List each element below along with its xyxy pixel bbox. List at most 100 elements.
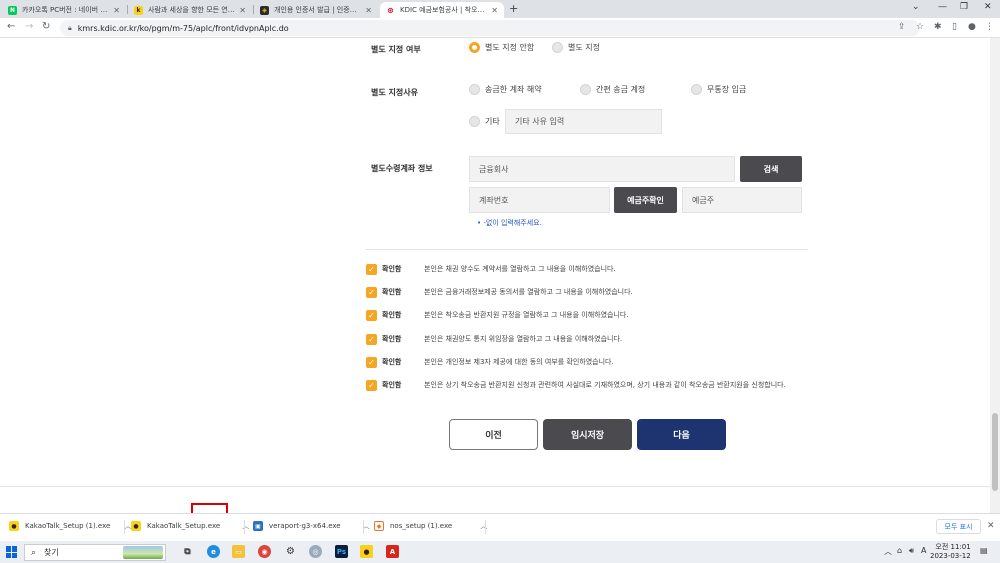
close-icon[interactable]: ✕	[365, 6, 372, 15]
file-explorer-icon[interactable]: ▭	[232, 545, 245, 558]
bank-search-button[interactable]: 검색	[740, 156, 802, 182]
download-shelf: ● KakaoTalk_Setup (1).exe ︿ ● KakaoTalk_…	[0, 513, 1000, 541]
temp-save-button[interactable]: 임시저장	[543, 419, 632, 450]
download-item[interactable]: ▣ veraport-g3-x64.exe ︿	[253, 521, 370, 531]
menu-kebab-icon[interactable]: ⋮	[985, 22, 994, 32]
tab-search-icon[interactable]: ⌄	[912, 2, 920, 12]
back-icon[interactable]: ←	[7, 21, 15, 32]
section-divider	[366, 249, 808, 250]
agreement-row[interactable]: ✓ 확인함 본인은 채권양도 통지 위임장을 열람하고 그 내용을 이해하였습니…	[366, 333, 622, 345]
installer-icon: ▣	[253, 521, 263, 531]
radio-selected-icon	[469, 42, 480, 53]
certificate-icon: ◈	[260, 5, 269, 15]
checkbox-checked-icon[interactable]: ✓	[366, 263, 377, 275]
radio-reason-other[interactable]: 기타	[469, 116, 500, 127]
settings-gear-icon[interactable]: ⚙	[284, 545, 297, 558]
minimize-button[interactable]: —	[938, 2, 947, 12]
forward-icon[interactable]: →	[25, 21, 33, 32]
profile-avatar-icon[interactable]: ●	[968, 22, 976, 32]
notification-icon[interactable]: ▤	[980, 546, 988, 555]
share-icon[interactable]: ⇪	[898, 22, 906, 32]
radio-empty-icon	[580, 84, 591, 95]
reload-icon[interactable]: ↻	[42, 21, 50, 32]
close-icon[interactable]: ✕	[491, 6, 498, 15]
footer-logo-fragment	[191, 503, 228, 513]
checkbox-checked-icon[interactable]: ✓	[366, 286, 377, 298]
windows-start-icon[interactable]	[6, 546, 18, 558]
account-info-label: 별도수령계좌 정보	[371, 164, 433, 173]
taskbar-search-box[interactable]: ⌕ 찾기	[24, 544, 166, 561]
chrome-icon[interactable]: ◉	[258, 545, 271, 558]
naver-icon: N	[8, 5, 17, 15]
radio-designation[interactable]: 별도 지정	[552, 42, 600, 53]
radio-reason-account-closed[interactable]: 송금한 계좌 해약	[469, 84, 542, 95]
checkbox-checked-icon[interactable]: ✓	[366, 379, 377, 391]
download-item[interactable]: ◆ nos_setup (1).exe ︿	[374, 521, 487, 531]
agreement-row[interactable]: ✓ 확인함 본인은 개인정보 제3자 제공에 대한 동의 여부를 확인하였습니다…	[366, 356, 614, 368]
radio-reason-easy-transfer[interactable]: 간편 송금 계정	[580, 84, 645, 95]
sidebar-icon[interactable]: ▯	[952, 22, 957, 32]
maximize-button[interactable]: ❐	[960, 2, 968, 12]
radio-empty-icon	[469, 84, 480, 95]
page-scrollbar[interactable]	[990, 38, 1000, 513]
browser-tab-4-active[interactable]: ⊛ KDIC 예금보험공사 | 착오송금반환 ✕	[380, 2, 504, 18]
close-icon[interactable]: ✕	[987, 521, 995, 531]
account-holder-input[interactable]: 예금주	[682, 187, 802, 213]
agreement-row[interactable]: ✓ 확인함 본인은 채권 양수도 계약서를 열람하고 그 내용을 이해하였습니다…	[366, 263, 616, 275]
taskbar-clock[interactable]: 오전 11:01 2023-03-12	[930, 543, 971, 561]
address-bar[interactable]: 🔒︎ kmrs.kdic.or.kr/ko/pgm/m-75/aplc/fron…	[60, 20, 920, 36]
kakaotalk-icon[interactable]: ●	[360, 545, 373, 558]
kakao-icon: ●	[9, 521, 19, 531]
reason-label: 별도 지정사유	[371, 88, 418, 97]
chevron-up-icon[interactable]: ︿	[884, 546, 892, 557]
lock-icon: 🔒︎	[68, 23, 72, 32]
designation-label: 별도 지정 여부	[371, 45, 421, 54]
extensions-icon[interactable]: ✱	[934, 22, 942, 32]
scrollbar-thumb[interactable]	[992, 413, 998, 491]
other-reason-input[interactable]: 기타 사유 입력	[505, 109, 662, 134]
browser-tab-1[interactable]: N 카카오톡 PC버전 : 네이버 통합검색 ✕	[2, 2, 126, 18]
new-tab-button[interactable]: +	[509, 2, 518, 15]
account-number-input[interactable]: 계좌번호	[469, 187, 610, 213]
agreement-row[interactable]: ✓ 확인함 본인은 상기 착오송금 반환지원 신청과 관련하여 사실대로 기재하…	[366, 379, 786, 391]
close-window-button[interactable]: ✕	[984, 2, 992, 12]
browser-tab-2[interactable]: k 사람과 세상을 향한 모든 연결이 ✕	[128, 2, 252, 18]
download-item[interactable]: ● KakaoTalk_Setup (1).exe ︿	[9, 521, 131, 531]
browser-tab-3[interactable]: ◈ 개인용 인증서 발급 | 인증센터 ✕	[254, 2, 378, 18]
tab-title: 개인용 인증서 발급 | 인증센터	[274, 6, 362, 14]
kakao-icon: k	[134, 5, 143, 15]
show-all-downloads-button[interactable]: 모두 표시	[936, 519, 981, 534]
radio-reason-cash-deposit[interactable]: 무통장 입금	[691, 84, 746, 95]
task-view-icon[interactable]: ⧉	[181, 545, 194, 558]
tab-strip: N 카카오톡 PC버전 : 네이버 통합검색 ✕ k 사람과 세상을 향한 모든…	[0, 0, 1000, 18]
search-highlight-image	[123, 546, 163, 559]
chevron-up-icon[interactable]: ︿	[480, 521, 487, 531]
agreement-row[interactable]: ✓ 확인함 본인은 금융거래정보제공 동의서를 열람하고 그 내용을 이해하였습…	[366, 286, 633, 298]
close-icon[interactable]: ✕	[113, 6, 120, 15]
footer-divider	[0, 486, 990, 487]
next-button[interactable]: 다음	[637, 419, 726, 450]
network-app-icon[interactable]: ◎	[309, 545, 322, 558]
bank-input[interactable]: 금융회사	[469, 156, 735, 182]
volume-icon[interactable]: 🔊︎	[909, 546, 914, 556]
windows-taskbar: ⌕ 찾기 ⧉ e ▭ ◉ ⚙ ◎ Ps ● A ︿ ⌂ 🔊︎ A 오전 11:0…	[0, 541, 1000, 563]
page-content: 별도 지정 여부 별도 지정 안함 별도 지정 별도 지정사유 송금한 계좌 해…	[0, 38, 1000, 513]
prev-button[interactable]: 이전	[449, 419, 538, 450]
tab-title: 사람과 세상을 향한 모든 연결이	[148, 6, 236, 14]
radio-no-designation[interactable]: 별도 지정 안함	[469, 42, 534, 53]
checkbox-checked-icon[interactable]: ✓	[366, 333, 377, 345]
photoshop-icon[interactable]: Ps	[335, 545, 348, 558]
bookmark-star-icon[interactable]: ☆	[916, 22, 924, 32]
ime-indicator[interactable]: A	[921, 546, 926, 555]
verify-holder-button[interactable]: 예금주확인	[614, 187, 677, 213]
checkbox-checked-icon[interactable]: ✓	[366, 356, 377, 368]
agreement-row[interactable]: ✓ 확인함 본인은 착오송금 반환지원 규정을 열람하고 그 내용을 이해하였습…	[366, 309, 629, 321]
kdic-icon: ⊛	[386, 5, 395, 15]
close-icon[interactable]: ✕	[239, 6, 246, 15]
acrobat-icon[interactable]: A	[386, 545, 399, 558]
edge-icon[interactable]: e	[207, 545, 220, 558]
download-item[interactable]: ● KakaoTalk_Setup.exe ︿	[131, 521, 249, 531]
checkbox-checked-icon[interactable]: ✓	[366, 309, 377, 321]
network-icon[interactable]: ⌂	[897, 546, 902, 555]
tab-title: KDIC 예금보험공사 | 착오송금반환	[400, 6, 487, 14]
